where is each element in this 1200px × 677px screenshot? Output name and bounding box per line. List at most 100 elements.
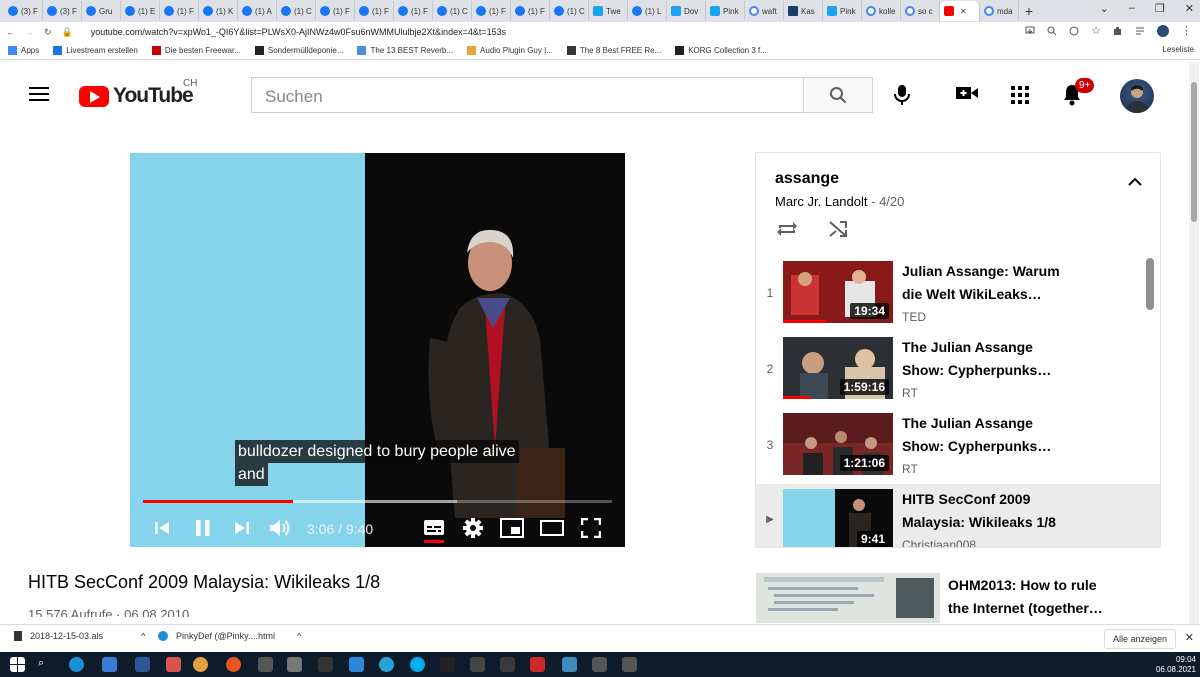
- browser-tab[interactable]: Dov: [667, 1, 706, 21]
- browser-tab[interactable]: (1) A: [238, 1, 277, 21]
- video-progress-bar[interactable]: [143, 500, 612, 503]
- search-button[interactable]: [803, 77, 873, 113]
- guide-menu-icon[interactable]: [29, 87, 49, 101]
- next-icon[interactable]: [234, 520, 250, 536]
- collapse-playlist-icon[interactable]: [1128, 177, 1142, 187]
- download-item[interactable]: PinkyDef (@Pinky....html ^: [158, 631, 301, 641]
- bookmark-item[interactable]: Die besten Freewar...: [151, 46, 241, 55]
- page-scrollbar[interactable]: [1189, 62, 1199, 625]
- windows-start-icon[interactable]: [10, 657, 25, 672]
- chrome-app-icon[interactable]: [193, 657, 208, 672]
- download-options-chevron-icon[interactable]: ^: [297, 631, 301, 641]
- ubuntu-app-icon[interactable]: [226, 657, 241, 672]
- bookmark-star-icon[interactable]: ☆: [1091, 24, 1101, 37]
- taskbar-clock[interactable]: 09:04 06.08.2021: [1156, 655, 1196, 675]
- browser-tab[interactable]: (1) F: [394, 1, 433, 21]
- new-tab-button[interactable]: +: [1019, 3, 1039, 19]
- share-icon[interactable]: [1069, 26, 1079, 36]
- close-downloads-icon[interactable]: ✕: [1185, 631, 1194, 644]
- browser-tab[interactable]: (1) C: [550, 1, 589, 21]
- browser-tab[interactable]: (3) F: [4, 1, 43, 21]
- bookmark-item[interactable]: Apps: [8, 46, 39, 55]
- playlist-owner[interactable]: Marc Jr. Landolt: [775, 194, 868, 209]
- edge-app-icon[interactable]: [69, 657, 84, 672]
- minimize-icon[interactable]: –: [1129, 2, 1135, 15]
- playlist-title[interactable]: assange: [775, 170, 839, 188]
- pause-icon[interactable]: [194, 519, 212, 537]
- playlist-item-thumbnail[interactable]: 9:41: [783, 489, 893, 547]
- browser-tab[interactable]: (1) F: [472, 1, 511, 21]
- voicemeeter-app-icon[interactable]: [530, 657, 545, 672]
- browser-tab[interactable]: waft: [745, 1, 784, 21]
- browser-tab[interactable]: (1) C: [433, 1, 472, 21]
- app-icon-19[interactable]: [592, 657, 607, 672]
- browser-tab[interactable]: (1) F: [511, 1, 550, 21]
- loop-icon[interactable]: [776, 220, 798, 238]
- mail-alt-app-icon[interactable]: [166, 657, 181, 672]
- url-field[interactable]: youtube.com/watch?v=xpWo1_-QI6Y&list=PLW…: [91, 27, 506, 37]
- next-video-thumbnail[interactable]: [756, 573, 940, 623]
- page-scrollbar-thumb[interactable]: [1191, 82, 1197, 222]
- browser-tab[interactable]: Pink: [823, 1, 862, 21]
- app-icon-14[interactable]: [440, 657, 455, 672]
- playlist-item-thumbnail[interactable]: 19:34: [783, 261, 893, 323]
- browser-tab[interactable]: kolle: [862, 1, 901, 21]
- browser-tab[interactable]: (1) K: [199, 1, 238, 21]
- next-video-title[interactable]: OHM2013: How to rule the Internet (toget…: [948, 574, 1148, 620]
- bookmark-item[interactable]: The 8 Best FREE Re...: [566, 46, 661, 55]
- browser-tab[interactable]: Twe: [589, 1, 628, 21]
- install-icon[interactable]: [1025, 26, 1035, 36]
- bookmark-item[interactable]: Sondermülldeponie...: [254, 46, 343, 55]
- browser-tab[interactable]: (1) C: [277, 1, 316, 21]
- playlist-item-title[interactable]: HITB SecConf 2009 Malaysia: Wikileaks 1/8: [902, 488, 1102, 534]
- browser-tab[interactable]: ✕: [940, 1, 980, 21]
- playlist-item[interactable]: 1 19:34 Julian Assange: Warum die Welt Wiki…: [756, 256, 1160, 332]
- app-icon-18[interactable]: [562, 657, 577, 672]
- reload-icon[interactable]: ↻: [44, 27, 52, 38]
- account-avatar[interactable]: [1120, 79, 1154, 113]
- apps-grid-icon[interactable]: [1011, 86, 1029, 104]
- browser-tab[interactable]: mda: [980, 1, 1019, 21]
- browser-tab[interactable]: (3) F: [43, 1, 82, 21]
- subtitles-icon[interactable]: [423, 519, 445, 543]
- close-window-icon[interactable]: ✕: [1185, 2, 1194, 15]
- playlist-item-thumbnail[interactable]: 1:21:06: [783, 413, 893, 475]
- show-all-downloads-button[interactable]: Alle anzeigen: [1103, 629, 1176, 649]
- tab-search-icon[interactable]: ⌄: [1100, 2, 1109, 15]
- reading-list-button[interactable]: Leseliste: [1162, 45, 1194, 54]
- skype-app-icon[interactable]: [410, 657, 425, 672]
- playlist-item-channel[interactable]: Christiaan008: [902, 538, 1102, 547]
- settings-gear-icon[interactable]: [463, 518, 483, 538]
- bookmark-item[interactable]: Livestream erstellen: [53, 46, 138, 55]
- playlist-item[interactable]: ▶ 9:41 HITB SecConf 2009 Malaysia: Wikileak…: [756, 484, 1160, 547]
- profile-avatar-small[interactable]: [1157, 24, 1169, 37]
- back-icon[interactable]: ←: [6, 27, 15, 37]
- zoom-icon[interactable]: [1047, 26, 1057, 36]
- app-icon-15[interactable]: [470, 657, 485, 672]
- create-video-icon[interactable]: [956, 85, 978, 101]
- bookmark-item[interactable]: The 13 BEST Reverb...: [357, 46, 453, 55]
- bookmark-item[interactable]: Audio Plugin Guy |...: [467, 46, 553, 55]
- video-player[interactable]: bulldozer designed to bury people alive …: [130, 153, 625, 547]
- browser-tab[interactable]: (1) F: [355, 1, 394, 21]
- bookmark-item[interactable]: KORG Collection 3 f...: [675, 46, 767, 55]
- download-item[interactable]: 2018-12-15-03.als ^: [14, 631, 145, 641]
- playlist-item-thumbnail[interactable]: 1:59:16: [783, 337, 893, 399]
- browser-tab[interactable]: (1) L: [628, 1, 667, 21]
- playlist-item-channel[interactable]: RT: [902, 462, 1102, 476]
- fullscreen-icon[interactable]: [581, 518, 601, 538]
- taskbar-search-icon[interactable]: ⌕: [38, 657, 53, 672]
- mail-app-icon[interactable]: [135, 657, 150, 672]
- browser-tab[interactable]: (1) F: [160, 1, 199, 21]
- app-icon-16[interactable]: [500, 657, 515, 672]
- telegram-app-icon[interactable]: [379, 657, 394, 672]
- close-tab-icon[interactable]: ✕: [960, 7, 967, 16]
- playlist-item-title[interactable]: The Julian Assange Show: Cypherpunks…: [902, 412, 1102, 458]
- search-input[interactable]: Suchen: [251, 77, 804, 113]
- app-icon-20[interactable]: [622, 657, 637, 672]
- app-icon-8[interactable]: [258, 657, 273, 672]
- theater-mode-icon[interactable]: [540, 520, 564, 536]
- browser-tab[interactable]: (1) E: [121, 1, 160, 21]
- menu-kebab-icon[interactable]: ⋮: [1181, 24, 1192, 37]
- shuffle-icon[interactable]: [828, 220, 848, 238]
